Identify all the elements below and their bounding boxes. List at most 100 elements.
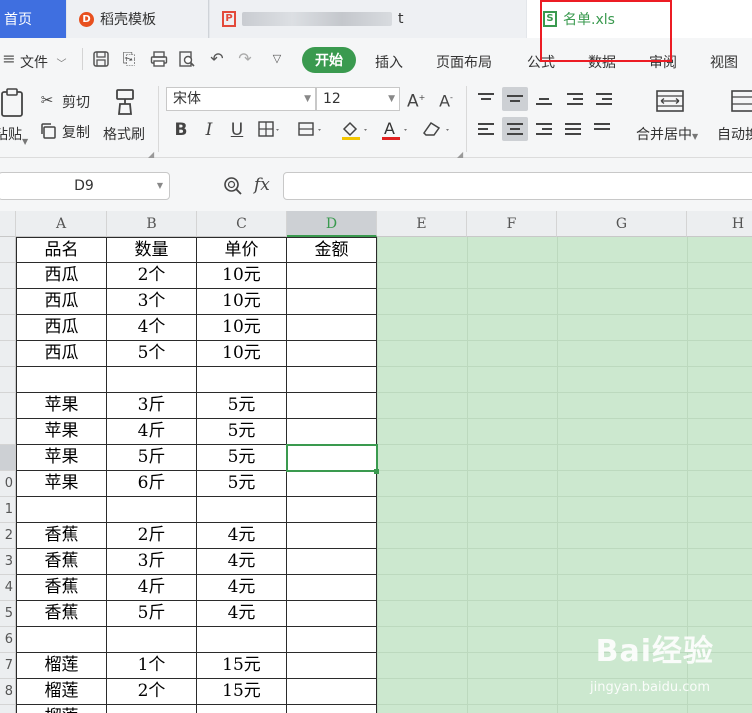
cut-button[interactable]: 剪切 (62, 92, 90, 112)
row-header[interactable] (0, 393, 16, 419)
underline-icon[interactable]: U (228, 121, 246, 139)
cell-d[interactable] (287, 341, 377, 367)
active-cell-d9[interactable] (286, 444, 378, 472)
cell-a[interactable]: 苹果 (16, 393, 107, 419)
align-right-icon[interactable] (531, 117, 557, 141)
menu-insert[interactable]: 插入 (375, 52, 403, 72)
cell-c[interactable] (197, 367, 287, 393)
cell-d[interactable] (287, 367, 377, 393)
cell-a[interactable]: 西瓜 (16, 341, 107, 367)
tab-daoke-templates[interactable]: D 稻壳模板 (67, 0, 209, 38)
row-header[interactable] (0, 315, 16, 341)
auto-wrap-button[interactable]: 自动换 (717, 124, 752, 144)
cell-b[interactable] (107, 627, 197, 653)
cell-a[interactable]: 香蕉 (16, 549, 107, 575)
cell-c[interactable]: 5元 (197, 471, 287, 497)
row-header[interactable]: 2 (0, 523, 16, 549)
cell-c[interactable]: 4元 (197, 523, 287, 549)
print-icon[interactable] (150, 50, 168, 68)
column-header-e[interactable]: E (377, 211, 467, 237)
bold-icon[interactable]: B (172, 121, 190, 139)
cell-d[interactable] (287, 679, 377, 705)
cell-b[interactable]: 2斤 (107, 523, 197, 549)
cell-b[interactable]: 2个 (107, 679, 197, 705)
menu-view[interactable]: 视图 (710, 52, 738, 72)
customize-toolbar-icon[interactable]: ▽ (268, 50, 286, 68)
cell-b[interactable]: 5斤 (107, 445, 197, 471)
column-header-h[interactable]: H (687, 211, 752, 237)
distributed-align-icon[interactable] (589, 117, 615, 141)
cell-d[interactable] (287, 263, 377, 289)
increase-indent-icon[interactable] (591, 87, 617, 111)
justify-icon[interactable] (560, 117, 586, 141)
print-preview-icon[interactable] (178, 50, 196, 68)
cell-d[interactable]: 金额 (287, 237, 377, 263)
cell-b[interactable] (107, 705, 197, 713)
zoom-search-icon[interactable] (223, 176, 243, 196)
fill-handle[interactable] (374, 469, 379, 474)
cell-d[interactable] (287, 575, 377, 601)
fill-style-icon[interactable] (298, 121, 324, 139)
cell-a[interactable]: 榴莲 (16, 679, 107, 705)
tab-blurred-document[interactable]: P t (210, 0, 694, 38)
cell-c[interactable]: 10元 (197, 341, 287, 367)
font-name-select[interactable]: 宋体 ▼ (166, 87, 316, 111)
menu-file[interactable]: 文件 ﹀ (20, 52, 66, 72)
column-header-d[interactable]: D (287, 211, 377, 237)
menu-formulas[interactable]: 公式 (527, 52, 555, 72)
row-header[interactable] (0, 419, 16, 445)
name-box[interactable]: D9 ▼ (0, 172, 170, 200)
cell-b[interactable]: 4个 (107, 315, 197, 341)
menu-hamburger-icon[interactable]: ≡ (0, 50, 18, 68)
column-header-a[interactable]: A (16, 211, 107, 237)
cell-d[interactable] (287, 627, 377, 653)
cell-b[interactable]: 5个 (107, 341, 197, 367)
cell-c[interactable]: 10元 (197, 289, 287, 315)
cell-a[interactable]: 品名 (16, 237, 107, 263)
row-header[interactable]: 0 (0, 471, 16, 497)
row-header[interactable]: 8 (0, 679, 16, 705)
decrease-indent-icon[interactable] (562, 87, 588, 111)
row-header[interactable]: 7 (0, 653, 16, 679)
cell-d[interactable] (287, 705, 377, 713)
paste-icon[interactable] (0, 88, 26, 118)
cell-c[interactable] (197, 705, 287, 713)
cell-a[interactable]: 香蕉 (16, 575, 107, 601)
cell-c[interactable]: 15元 (197, 679, 287, 705)
font-color-icon[interactable]: A (380, 119, 410, 141)
cell-a[interactable]: 西瓜 (16, 315, 107, 341)
cell-a[interactable]: 苹果 (16, 445, 107, 471)
cell-d[interactable] (287, 471, 377, 497)
merge-center-button[interactable]: 合并居中▼ (636, 124, 698, 144)
row-header[interactable] (0, 263, 16, 289)
cell-b[interactable] (107, 367, 197, 393)
row-header[interactable]: 6 (0, 627, 16, 653)
cell-c[interactable]: 4元 (197, 601, 287, 627)
cell-d[interactable] (287, 653, 377, 679)
cell-c[interactable]: 单价 (197, 237, 287, 263)
italic-icon[interactable]: I (200, 121, 218, 139)
cell-b[interactable]: 6斤 (107, 471, 197, 497)
cell-d[interactable] (287, 419, 377, 445)
cell-b[interactable]: 3个 (107, 289, 197, 315)
row-header[interactable] (0, 237, 16, 263)
redo-icon[interactable]: ↷ (236, 50, 254, 68)
cell-d[interactable] (287, 393, 377, 419)
cell-b[interactable]: 2个 (107, 263, 197, 289)
row-header[interactable] (0, 289, 16, 315)
cell-a[interactable] (16, 497, 107, 523)
cell-a[interactable]: 苹果 (16, 471, 107, 497)
cell-a[interactable]: 榴莲 (16, 705, 107, 713)
save-icon[interactable] (92, 50, 110, 68)
cell-d[interactable] (287, 523, 377, 549)
undo-icon[interactable]: ↶ (208, 50, 226, 68)
cell-d[interactable] (287, 289, 377, 315)
align-bottom-icon[interactable] (531, 87, 557, 111)
cell-c[interactable]: 10元 (197, 315, 287, 341)
insert-function-button[interactable]: fx (254, 175, 270, 195)
row-header[interactable]: 4 (0, 575, 16, 601)
cell-a[interactable]: 苹果 (16, 419, 107, 445)
fill-color-icon[interactable] (340, 119, 370, 141)
row-header[interactable]: 1 (0, 497, 16, 523)
align-left-icon[interactable] (473, 117, 499, 141)
